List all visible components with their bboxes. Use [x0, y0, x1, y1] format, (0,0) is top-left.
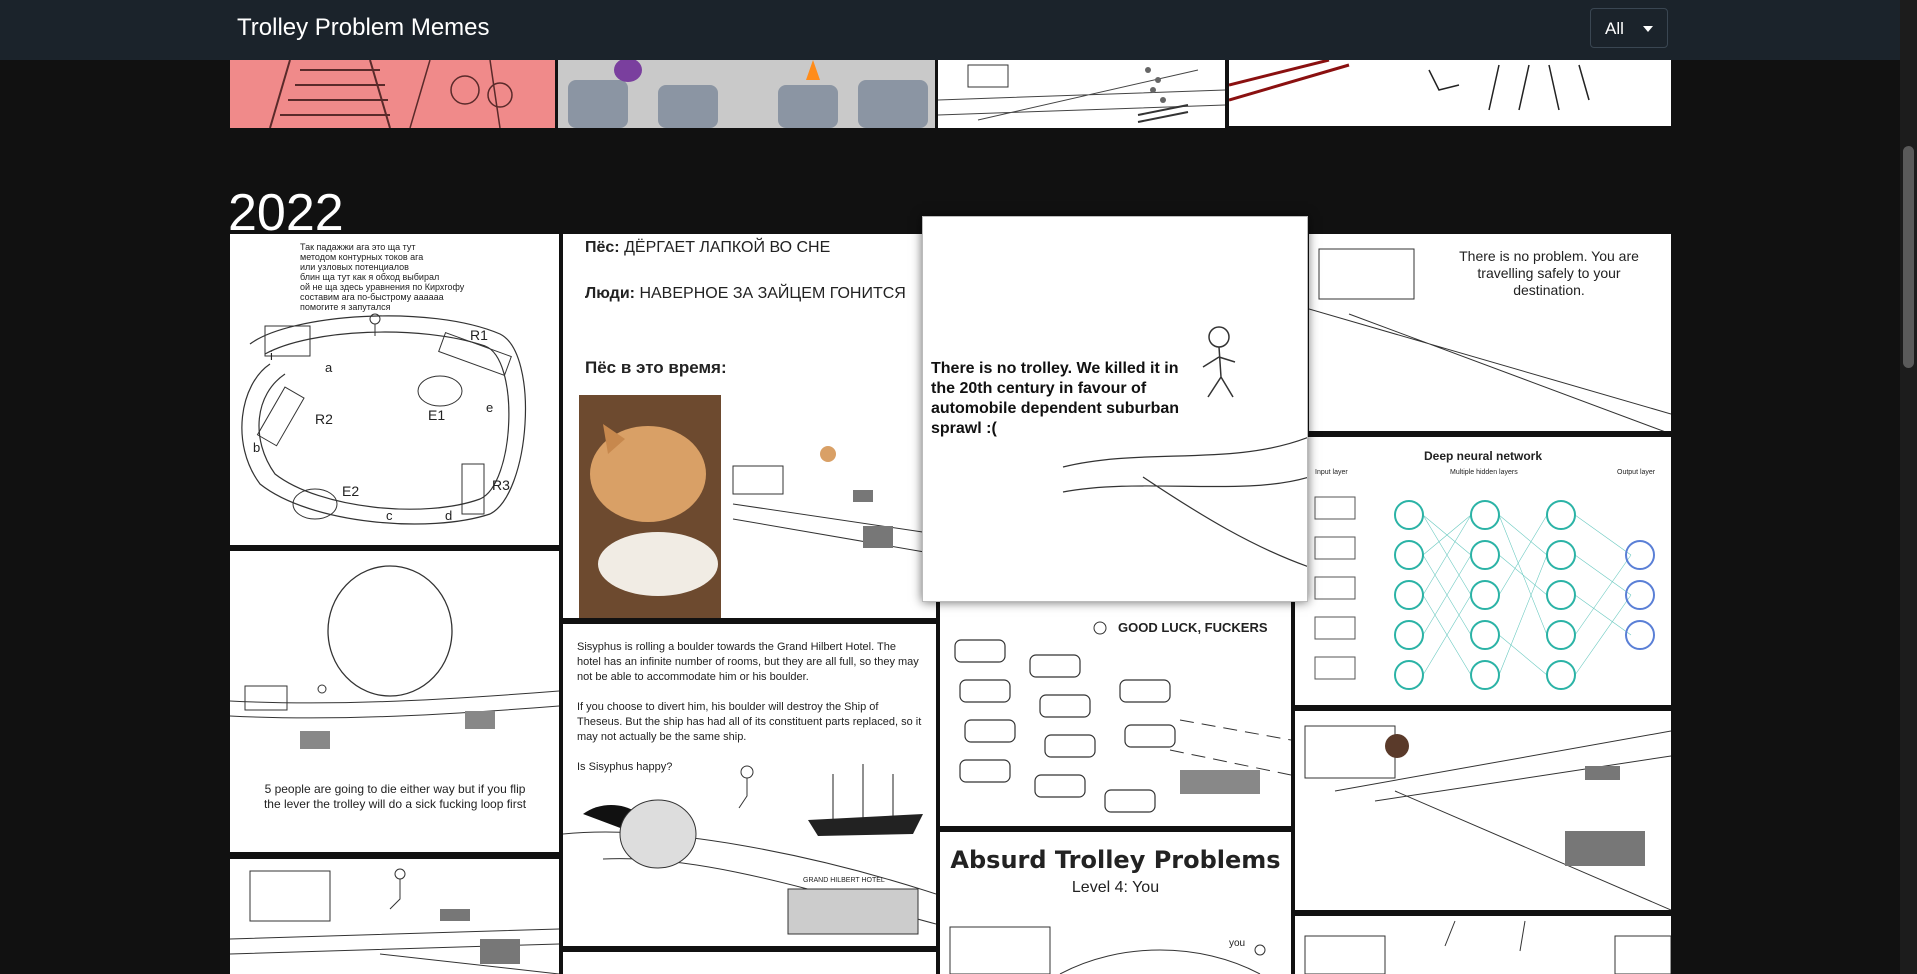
meme-tile-no-trolley-hovered[interactable]: There is no trolley. We killed it in the…: [922, 216, 1308, 602]
meme-image: [1314, 496, 1655, 690]
label-e1: E1: [428, 407, 446, 423]
filter-selected-value: All: [1605, 19, 1624, 38]
label-a: a: [325, 360, 333, 375]
meme-image: [1304, 920, 1671, 974]
label-r3: R3: [492, 477, 510, 493]
scrollbar[interactable]: [1900, 0, 1917, 974]
meme-image: [954, 621, 1291, 813]
meme-image: [1304, 725, 1671, 910]
meme-tile-dog[interactable]: Пёс: ДЁРГАЕТ ЛАПКОЙ ВО СНЕ Люди: НАВЕРНО…: [563, 234, 936, 618]
meme-tile-absurd[interactable]: Absurd Trolley Problems Level 4: You you: [940, 832, 1291, 974]
meme-tile-lever[interactable]: [230, 859, 559, 974]
meme-image: [949, 926, 1266, 974]
meme-tile-no-problem[interactable]: There is no problem. You are travelling …: [1309, 234, 1671, 431]
meme-tile-prev-1[interactable]: [230, 60, 555, 128]
meme-tile-prev-3[interactable]: [938, 60, 1225, 128]
meme-tile-loop[interactable]: 5 people are going to die either way but…: [230, 551, 559, 852]
meme-loop-caption: 5 people are going to die either way but…: [263, 782, 527, 811]
label-r2: R2: [315, 411, 333, 427]
meme-image: [241, 313, 527, 525]
label-d: d: [445, 508, 453, 523]
label-b: b: [253, 440, 261, 455]
meme-tile-col4-bottom[interactable]: [1295, 916, 1671, 974]
meme-tile-neural[interactable]: Deep neural network Input layer Multiple…: [1295, 437, 1671, 705]
meme-tile-circuit[interactable]: Так падажжи ага это ща тут методом конту…: [230, 234, 559, 545]
meme-absurd-you: you: [1229, 938, 1246, 949]
meme-tile-prev-2[interactable]: [558, 60, 935, 128]
label-e: e: [486, 400, 494, 415]
label-c: c: [386, 508, 393, 523]
label-e2: E2: [342, 483, 360, 499]
meme-image: [269, 60, 513, 128]
meme-image: [579, 395, 936, 618]
navbar: Trolley Problem Memes All: [0, 0, 1917, 60]
meme-image: [230, 868, 559, 974]
meme-image: [938, 64, 1225, 123]
meme-image: [1229, 60, 1590, 111]
scrollbar-thumb[interactable]: [1903, 146, 1914, 368]
label-i: i: [270, 348, 273, 363]
meme-image: [563, 764, 936, 935]
meme-tile-pointing[interactable]: [1295, 711, 1671, 910]
meme-image: [1062, 326, 1307, 567]
label-r1: R1: [470, 327, 488, 343]
meme-sisyphus-hotel: GRAND HILBERT HOTEL: [803, 877, 885, 884]
app-title[interactable]: Trolley Problem Memes: [237, 14, 490, 42]
meme-tile-sisyphus[interactable]: Sisyphus is rolling a boulder towards th…: [563, 624, 936, 946]
meme-tile-prev-4[interactable]: [1229, 60, 1671, 126]
year-filter-select[interactable]: All: [1590, 8, 1668, 48]
meme-image: [568, 60, 928, 128]
chevron-down-icon: [1643, 26, 1653, 32]
meme-tile-col2-bottom[interactable]: [563, 952, 936, 974]
meme-image: [1309, 248, 1671, 431]
meme-tile-cars[interactable]: GOOD LUCK, FUCKERS: [940, 600, 1291, 826]
